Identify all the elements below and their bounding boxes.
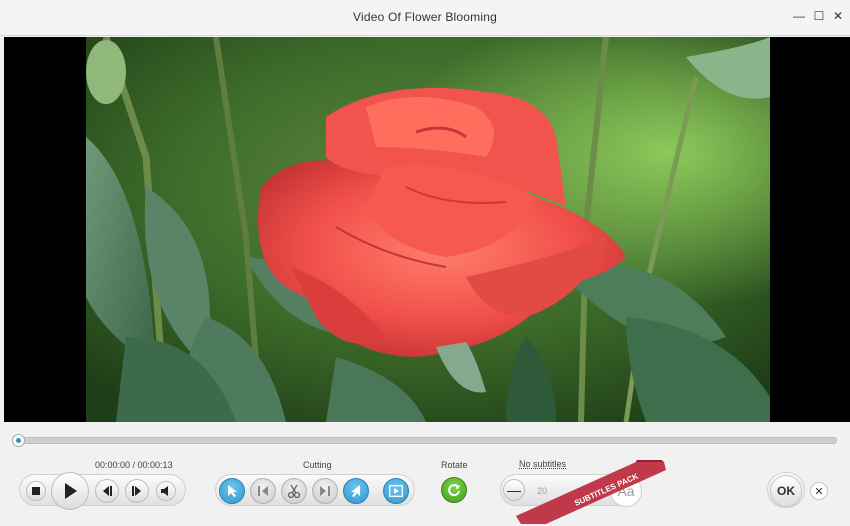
cursor-start-icon	[228, 485, 237, 497]
stop-icon	[32, 487, 40, 495]
subtitles-dropdown[interactable]: No subtitles	[519, 459, 566, 469]
jump-start-icon	[258, 486, 268, 496]
rotate-button[interactable]	[441, 477, 467, 503]
maximize-button[interactable]: ☐	[812, 9, 826, 23]
next-frame-button[interactable]	[125, 479, 149, 503]
title-bar: Video Of Flower Blooming — ☐ ✕	[0, 0, 850, 36]
timeline-thumb[interactable]	[12, 434, 25, 447]
scissors-icon	[287, 484, 301, 498]
timeline-track[interactable]	[14, 437, 837, 444]
next-frame-icon	[132, 486, 141, 496]
set-start-marker-button[interactable]	[219, 478, 245, 504]
film-play-icon	[389, 485, 403, 497]
jump-end-icon	[320, 486, 330, 496]
previous-frame-icon	[103, 486, 112, 496]
cut-button[interactable]	[281, 478, 307, 504]
ok-button[interactable]: OK	[770, 475, 802, 507]
play-button[interactable]	[51, 472, 89, 510]
preview-clip-button[interactable]	[383, 478, 409, 504]
decrease-font-size-button[interactable]: —	[503, 479, 525, 501]
volume-button[interactable]	[156, 481, 176, 501]
rotate-icon	[448, 484, 460, 497]
stop-button[interactable]	[26, 481, 46, 501]
rotate-label: Rotate	[441, 460, 468, 470]
subtitle-font-button[interactable]: Aa	[610, 475, 642, 507]
close-window-button[interactable]: ✕	[831, 9, 845, 23]
cursor-end-icon	[351, 485, 360, 497]
minimize-button[interactable]: —	[792, 9, 806, 23]
close-editor-button[interactable]: ✕	[810, 482, 828, 500]
subtitle-font-size: 20	[537, 486, 548, 496]
cutting-label: Cutting	[303, 460, 332, 470]
set-end-marker-button[interactable]	[343, 478, 369, 504]
time-readout: 00:00:00 / 00:00:13	[95, 460, 173, 470]
video-editor-window: Video Of Flower Blooming — ☐ ✕ 00:00:00 …	[0, 0, 850, 526]
play-icon	[65, 483, 77, 499]
jump-to-end-button[interactable]	[312, 478, 338, 504]
video-player[interactable]	[4, 37, 850, 422]
speaker-icon	[161, 486, 168, 496]
previous-frame-button[interactable]	[95, 479, 119, 503]
video-frame-rose	[86, 37, 770, 422]
window-title: Video Of Flower Blooming	[353, 10, 497, 24]
jump-to-start-button[interactable]	[250, 478, 276, 504]
